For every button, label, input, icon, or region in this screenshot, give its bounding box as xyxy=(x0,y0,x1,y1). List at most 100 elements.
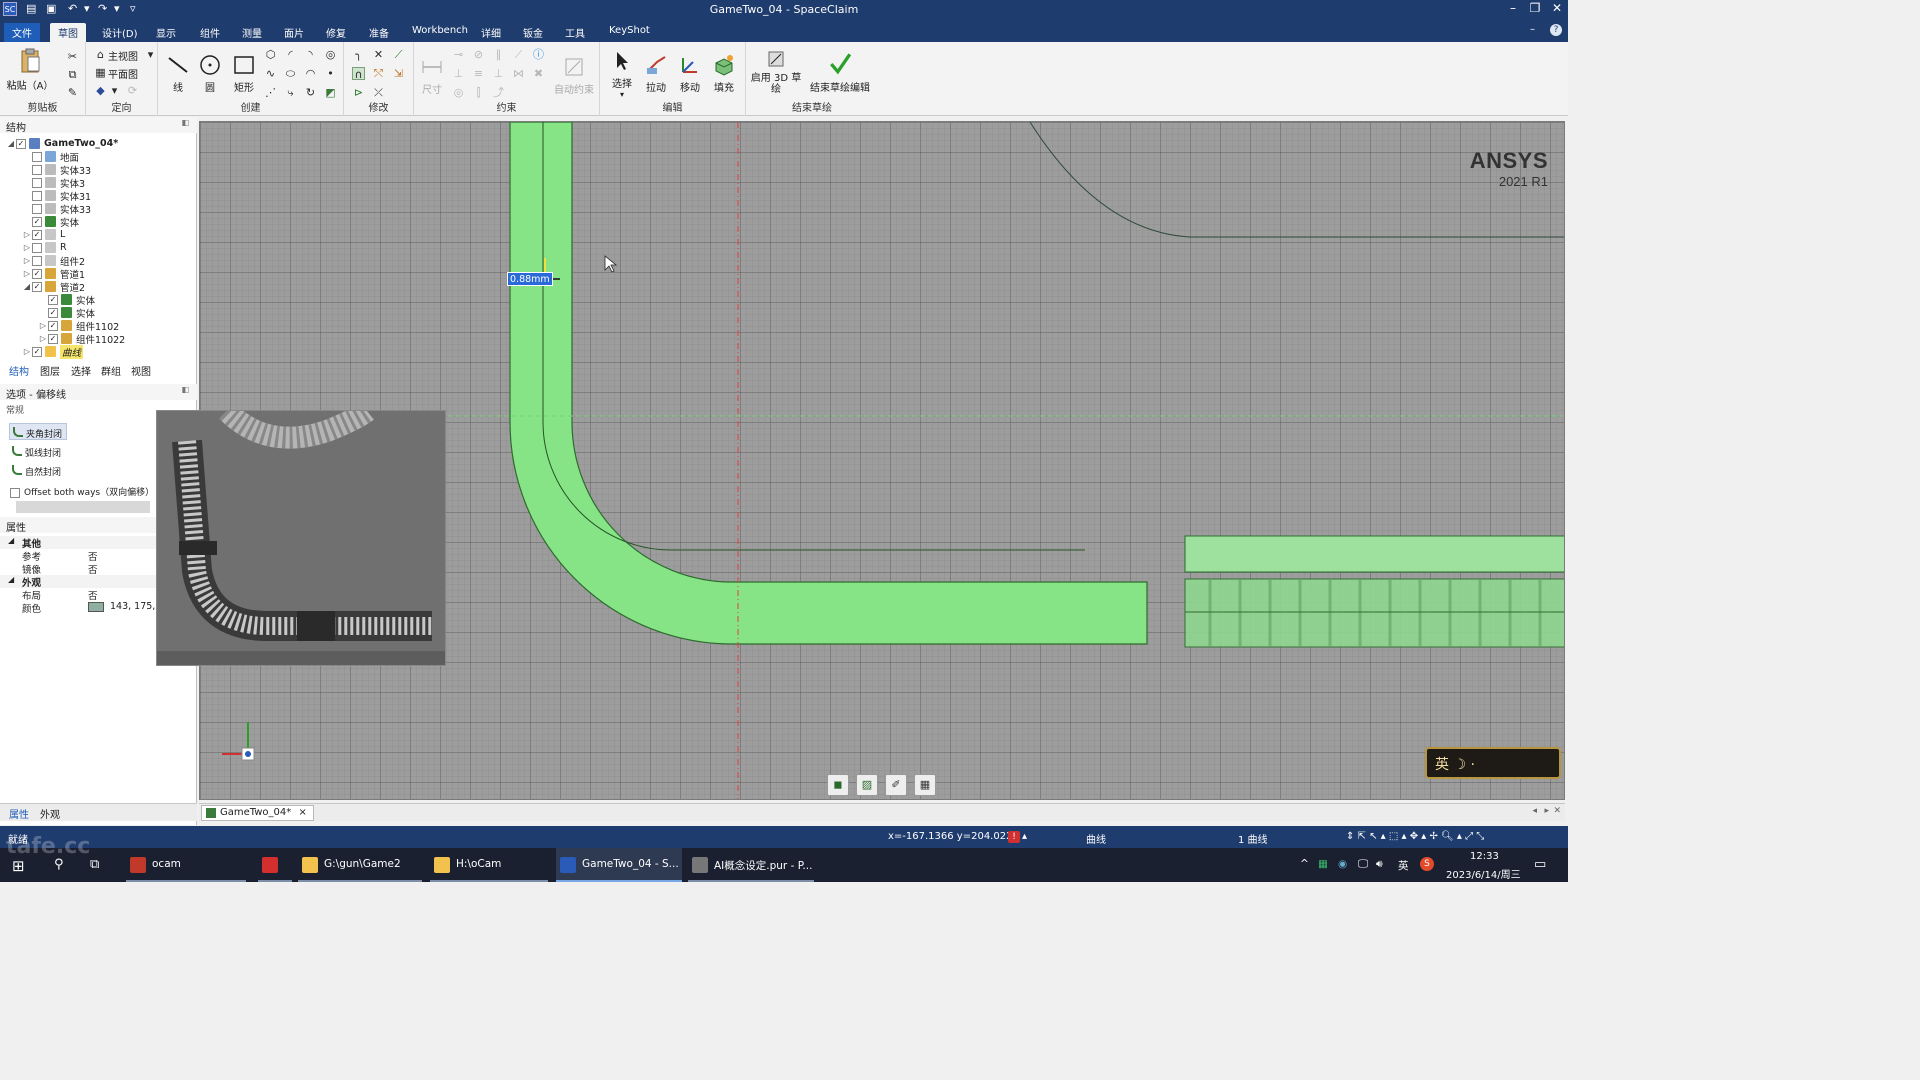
taskbar-item-ocam[interactable]: ocam xyxy=(126,848,246,882)
tab-sheet-metal[interactable]: 钣金 xyxy=(515,23,551,42)
taskbar-item-photoshop[interactable]: AI概念设定.pur - P... xyxy=(688,848,814,882)
view-dropdown-icon[interactable]: ▾ xyxy=(108,84,121,97)
help-icon[interactable]: ? xyxy=(1550,24,1562,36)
property-value[interactable]: 否 xyxy=(88,588,98,602)
spline-icon[interactable]: ∿ xyxy=(264,67,277,80)
visibility-checkbox[interactable] xyxy=(32,242,42,253)
tab-measure[interactable]: 测量 xyxy=(234,23,270,42)
paste-button[interactable]: 粘贴（A） xyxy=(4,48,56,92)
face-curve-icon[interactable]: ⤷ xyxy=(284,86,297,99)
tab-views[interactable]: 视图 xyxy=(131,363,151,378)
construction-line-icon[interactable]: ⋰ xyxy=(264,86,277,99)
tree-node[interactable]: ▷ ✓ 组件11022 xyxy=(38,332,125,346)
document-tab-close-icon[interactable]: × xyxy=(298,807,306,818)
coincident-icon[interactable]: ⊸ xyxy=(452,48,465,61)
select-button[interactable]: 选择 ▾ xyxy=(606,50,638,99)
solid-mode-button[interactable]: ◼ xyxy=(827,774,849,796)
tree-node[interactable]: ▷ ✓ 管道1 xyxy=(22,267,85,281)
midpoint-constraint-icon[interactable]: ⫿ xyxy=(472,86,485,99)
circle-button[interactable]: 圆 xyxy=(196,54,224,94)
visibility-checkbox[interactable]: ✓ xyxy=(32,281,42,292)
sweep-arc-icon[interactable]: ◝ xyxy=(304,48,317,61)
tree-node[interactable]: ✓ 实体 xyxy=(22,215,79,229)
vertical-constraint-icon[interactable]: ⊥ xyxy=(492,67,505,80)
tab-layers[interactable]: 图层 xyxy=(40,363,60,378)
document-tab[interactable]: GameTwo_04* × xyxy=(201,805,314,821)
corner-close-button[interactable]: 夹角封闭 xyxy=(9,423,68,440)
enable-3d-sketch-button[interactable]: 启用 3D 草绘 xyxy=(750,48,802,95)
tree-node[interactable]: 实体31 xyxy=(22,189,91,203)
split-icon[interactable]: ⤲ xyxy=(372,67,385,80)
tree-node[interactable]: 实体3 xyxy=(22,176,85,190)
finish-sketch-button[interactable]: 结束草绘编辑 xyxy=(808,50,872,94)
polygon-icon[interactable]: ⬡ xyxy=(264,48,277,61)
taskbar-item-spaceclaim[interactable]: GameTwo_04 - S... xyxy=(556,848,682,882)
expand-arrow-icon[interactable]: ◢ xyxy=(22,282,32,291)
tab-keyshot[interactable]: KeyShot xyxy=(601,23,658,42)
expand-arrow-icon[interactable]: ▷ xyxy=(22,230,32,239)
tree-node[interactable]: 地面 xyxy=(22,150,79,164)
tab-detail[interactable]: 详细 xyxy=(473,23,509,42)
mirror-icon[interactable]: ⊳ xyxy=(352,86,365,99)
search-icon[interactable]: ⚲ xyxy=(54,857,64,872)
tree-node[interactable]: ▷ ✓ L xyxy=(22,228,65,241)
visibility-checkbox[interactable]: ✓ xyxy=(16,138,26,149)
tray-sync-icon[interactable]: ◉ xyxy=(1338,858,1347,870)
format-painter-icon[interactable]: ✎ xyxy=(66,86,79,99)
dimension-value-input[interactable]: 0.88mm xyxy=(507,272,553,286)
tab-sketch[interactable]: 草图 xyxy=(50,23,86,42)
symmetric-constraint-icon[interactable]: ⋈ xyxy=(512,67,525,80)
auto-constrain-button[interactable]: 自动约束 xyxy=(554,56,594,96)
visibility-checkbox[interactable] xyxy=(32,151,42,162)
offset-curve-icon[interactable]: ↻ xyxy=(304,86,317,99)
sketch-plane-button[interactable]: ▦ xyxy=(914,774,936,796)
perpendicular-angle-icon[interactable]: ⟋ xyxy=(512,48,525,61)
arc-close-button[interactable]: 弧线封闭 xyxy=(9,443,65,460)
visibility-checkbox[interactable]: ✓ xyxy=(48,294,58,305)
expand-arrow-icon[interactable]: ▷ xyxy=(38,321,48,330)
fixed-constraint-icon[interactable]: ⊥ xyxy=(452,67,465,80)
visibility-checkbox[interactable] xyxy=(32,177,42,188)
tangent-constraint-icon[interactable]: ⊘ xyxy=(472,48,485,61)
visibility-checkbox[interactable]: ✓ xyxy=(48,320,58,331)
taskbar-item-explorer-game2[interactable]: G:\gun\Game2 xyxy=(298,848,422,882)
pin-icon[interactable]: ◧ xyxy=(181,118,189,127)
tab-scroll-left-icon[interactable]: ◂ xyxy=(1532,806,1537,816)
extend-icon[interactable]: ⟋ xyxy=(392,48,405,61)
sketch-mode-button[interactable]: ▨ xyxy=(856,774,878,796)
warning-icon[interactable]: ! xyxy=(1008,831,1020,843)
visibility-checkbox[interactable]: ✓ xyxy=(48,333,58,344)
collapse-arrow-icon[interactable]: ◢ xyxy=(8,575,14,584)
move-button[interactable]: 移动 xyxy=(674,54,706,94)
tree-node[interactable]: 实体33 xyxy=(22,202,91,216)
delete-constraint-icon[interactable]: ✖ xyxy=(532,67,545,80)
pull-button[interactable]: 拉动 xyxy=(640,54,672,94)
tray-overflow-icon[interactable]: ^ xyxy=(1300,858,1309,870)
tree-node[interactable]: ◢ ✓ 管道2 xyxy=(22,280,85,294)
tab-groups[interactable]: 群组 xyxy=(101,363,121,378)
ime-icon[interactable]: S xyxy=(1420,857,1434,871)
tree-node[interactable]: 实体33 xyxy=(22,163,91,177)
tree-node[interactable]: ▷ ✓ 曲线 xyxy=(22,344,84,359)
offset-line-icon[interactable]: ∩ xyxy=(352,67,365,81)
expand-arrow-icon[interactable]: ▷ xyxy=(38,334,48,343)
tree-node[interactable]: ✓ 实体 xyxy=(38,306,95,320)
expand-arrow-icon[interactable]: ◢ xyxy=(6,139,16,148)
property-value[interactable]: 否 xyxy=(88,562,98,576)
visibility-checkbox[interactable]: ✓ xyxy=(32,229,42,240)
tab-scroll-right-icon[interactable]: ▸ xyxy=(1544,806,1549,816)
home-view-dropdown-icon[interactable]: ▾ xyxy=(144,48,157,61)
close-button[interactable]: ✕ xyxy=(1546,1,1568,15)
task-view-icon[interactable]: ⧉ xyxy=(90,857,99,872)
visibility-checkbox[interactable] xyxy=(32,190,42,201)
visibility-checkbox[interactable]: ✓ xyxy=(32,346,42,357)
ellipse-icon[interactable]: ⬭ xyxy=(284,67,297,80)
line-button[interactable]: 线 xyxy=(164,54,192,94)
equal-constraint-icon[interactable]: ≡ xyxy=(472,67,485,80)
network-icon[interactable]: 🖵︎ xyxy=(1358,858,1368,871)
tree-node[interactable]: ▷ R xyxy=(22,241,67,254)
home-view-button[interactable]: 主视图 xyxy=(108,48,138,63)
notifications-icon[interactable]: ▭ xyxy=(1534,857,1546,872)
tab-repair[interactable]: 修复 xyxy=(318,23,354,42)
rectangle-button[interactable]: 矩形 xyxy=(230,54,258,94)
